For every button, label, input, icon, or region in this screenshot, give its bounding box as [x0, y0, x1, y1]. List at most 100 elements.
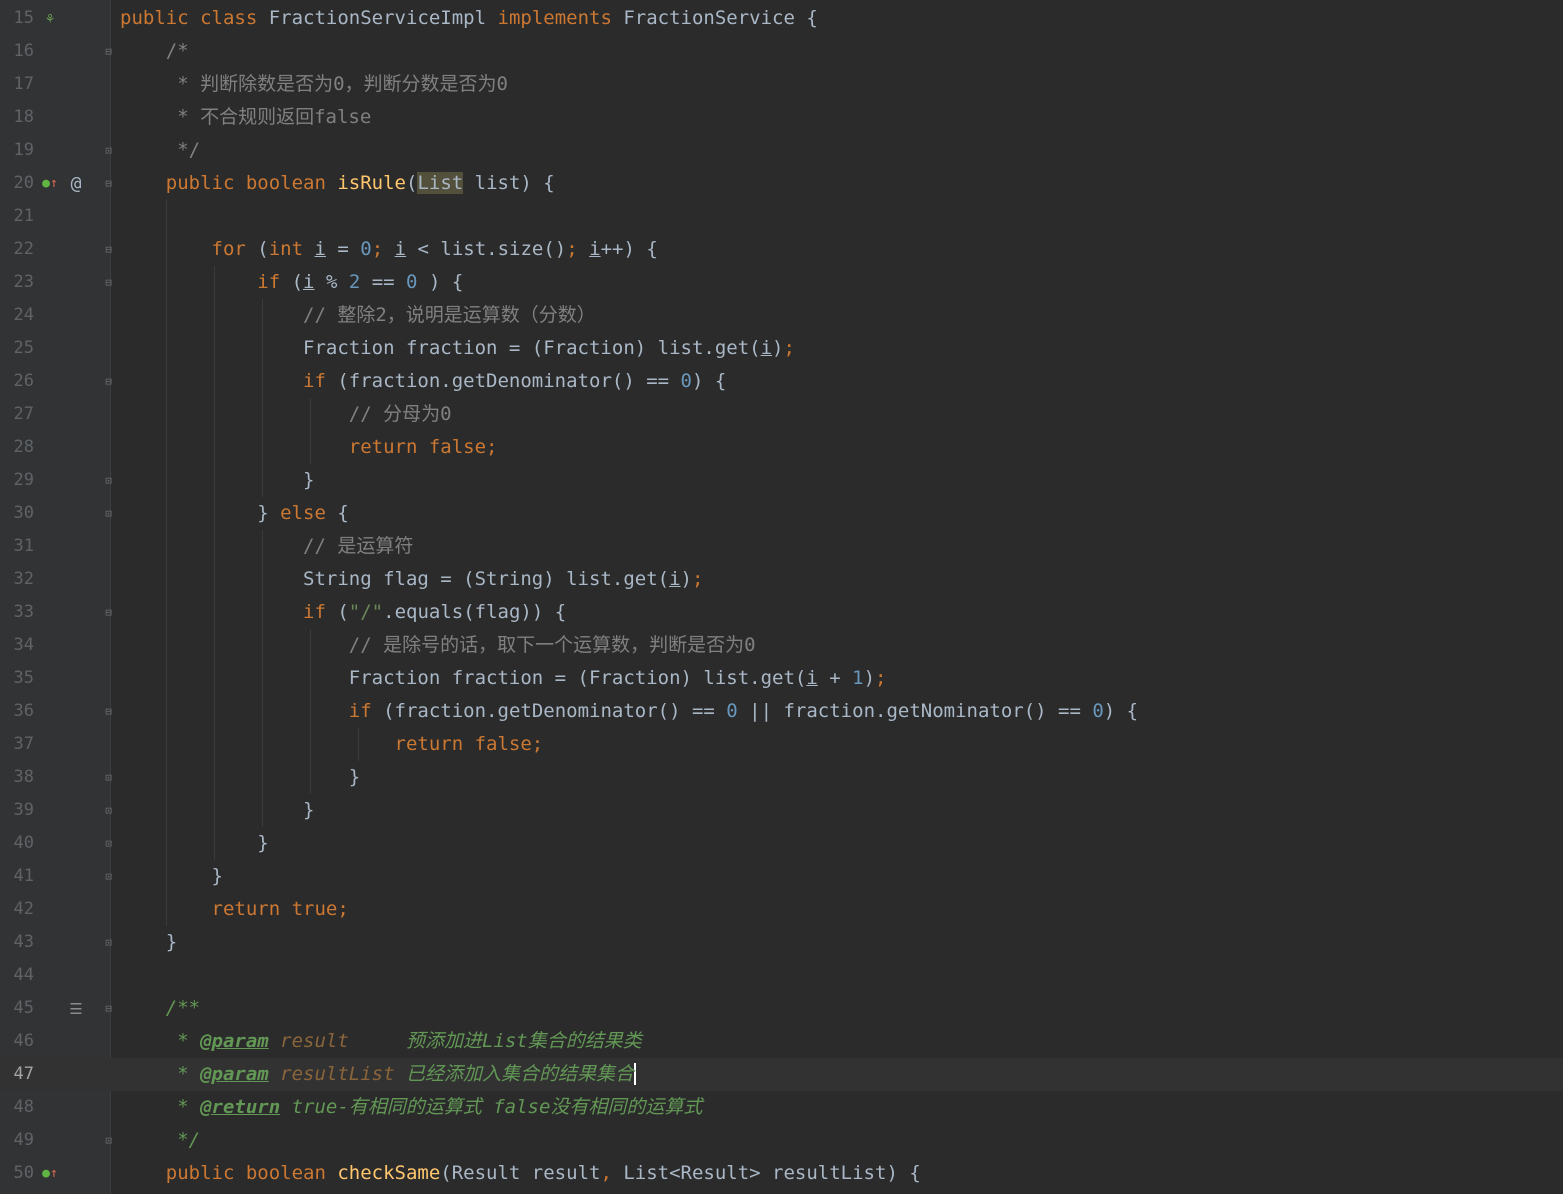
code-text[interactable]: // 是运算符	[120, 530, 413, 563]
line-number[interactable]: 46	[0, 1025, 34, 1058]
code-text[interactable]: }	[120, 464, 314, 497]
line-number[interactable]: 40	[0, 827, 34, 860]
line-number[interactable]: 22	[0, 233, 34, 266]
code-text[interactable]: // 整除2，说明是运算数（分数）	[120, 299, 596, 332]
line-number[interactable]: 36	[0, 695, 34, 728]
code-text[interactable]: }	[120, 794, 314, 827]
line-number[interactable]: 41	[0, 860, 34, 893]
code-text[interactable]: Fraction fraction = (Fraction) list.get(…	[120, 332, 795, 365]
code-text[interactable]: return true;	[120, 893, 349, 926]
line-number[interactable]: 42	[0, 893, 34, 926]
code-line[interactable]: 28 return false;	[0, 431, 1563, 464]
fold-end-icon[interactable]: ⊡	[102, 506, 115, 521]
code-text[interactable]: // 分母为0	[120, 398, 452, 431]
line-number[interactable]: 19	[0, 134, 34, 167]
line-number[interactable]: 20	[0, 167, 34, 200]
code-line[interactable]: 33 ⊟ if ("/".equals(flag)) {	[0, 596, 1563, 629]
line-number[interactable]: 30	[0, 497, 34, 530]
line-number[interactable]: 21	[0, 200, 34, 233]
line-number[interactable]: 25	[0, 332, 34, 365]
implements-method-icon[interactable]: ●↑	[40, 1164, 60, 1184]
line-number[interactable]: 35	[0, 662, 34, 695]
fold-collapse-icon[interactable]: ⊟	[102, 704, 115, 719]
code-line[interactable]: 22 ⊟ for (int i = 0; i < list.size(); i++…	[0, 233, 1563, 266]
fold-end-icon[interactable]: ⊡	[102, 935, 115, 950]
code-line[interactable]: 50 ●↑ public boolean checkSame(Result res…	[0, 1157, 1563, 1190]
fold-collapse-icon[interactable]: ⊟	[102, 275, 115, 290]
fold-end-icon[interactable]: ⊡	[102, 143, 115, 158]
line-number[interactable]: 45	[0, 992, 34, 1025]
annotation-at-icon[interactable]: @	[66, 174, 86, 194]
code-text[interactable]: } else {	[120, 497, 349, 530]
code-line[interactable]: 25 Fraction fraction = (Fraction) list.g…	[0, 332, 1563, 365]
code-editor[interactable]: 15 ⚘ public class FractionServiceImpl impl…	[0, 0, 1563, 1194]
code-line[interactable]: 46 * @param result 预添加进List集合的结果类	[0, 1025, 1563, 1058]
line-number[interactable]: 27	[0, 398, 34, 431]
line-number[interactable]: 49	[0, 1124, 34, 1157]
code-text[interactable]: if (fraction.getDenominator() == 0 || fr…	[120, 695, 1138, 728]
fold-end-icon[interactable]: ⊡	[102, 803, 115, 818]
code-text[interactable]: */	[120, 1124, 200, 1157]
code-line[interactable]: 18 * 不合规则返回false	[0, 101, 1563, 134]
line-number[interactable]: 34	[0, 629, 34, 662]
code-text[interactable]: * @param result 预添加进List集合的结果类	[120, 1025, 642, 1058]
line-number[interactable]: 29	[0, 464, 34, 497]
line-number[interactable]: 24	[0, 299, 34, 332]
line-number[interactable]: 31	[0, 530, 34, 563]
code-line[interactable]: 43 ⊡ }	[0, 926, 1563, 959]
line-number[interactable]: 43	[0, 926, 34, 959]
code-line[interactable]: 41 ⊡ }	[0, 860, 1563, 893]
code-line[interactable]: 21	[0, 200, 1563, 233]
code-line[interactable]: 27 // 分母为0	[0, 398, 1563, 431]
fold-collapse-icon[interactable]: ⊟	[102, 374, 115, 389]
line-number[interactable]: 32	[0, 563, 34, 596]
implements-method-icon[interactable]: ●↑	[40, 174, 60, 194]
code-line[interactable]: 44	[0, 959, 1563, 992]
line-number[interactable]: 44	[0, 959, 34, 992]
fold-end-icon[interactable]: ⊡	[102, 770, 115, 785]
code-line[interactable]: 37 return false;	[0, 728, 1563, 761]
fold-collapse-icon[interactable]: ⊟	[102, 605, 115, 620]
code-line[interactable]: 36 ⊟ if (fraction.getDenominator() == 0 |…	[0, 695, 1563, 728]
fold-end-icon[interactable]: ⊡	[102, 1133, 115, 1148]
code-line[interactable]: 35 Fraction fraction = (Fraction) list.g…	[0, 662, 1563, 695]
code-text[interactable]: */	[120, 134, 200, 167]
code-text[interactable]: }	[120, 926, 177, 959]
code-line[interactable]: 26 ⊟ if (fraction.getDenominator() == 0) …	[0, 365, 1563, 398]
code-text[interactable]: /*	[120, 35, 189, 68]
code-line[interactable]: 39 ⊡ }	[0, 794, 1563, 827]
code-text[interactable]: String flag = (String) list.get(i);	[120, 563, 703, 596]
spring-bean-icon[interactable]: ⚘	[40, 9, 60, 29]
code-line[interactable]: 20 ●↑ @ ⊟ public boolean isRule(List list) …	[0, 167, 1563, 200]
code-text[interactable]: return false;	[120, 728, 544, 761]
code-text[interactable]: public boolean checkSame(Result result, …	[120, 1157, 921, 1190]
fold-end-icon[interactable]: ⊡	[102, 836, 115, 851]
code-text[interactable]: }	[120, 761, 360, 794]
code-text[interactable]: /**	[120, 992, 200, 1025]
rendered-doc-toggle-icon[interactable]: ☰	[66, 999, 86, 1019]
code-text[interactable]: if (i % 2 == 0 ) {	[120, 266, 463, 299]
code-text[interactable]: if ("/".equals(flag)) {	[120, 596, 566, 629]
code-line[interactable]: 17 * 判断除数是否为0，判断分数是否为0	[0, 68, 1563, 101]
line-number[interactable]: 26	[0, 365, 34, 398]
fold-end-icon[interactable]: ⊡	[102, 473, 115, 488]
code-line[interactable]: 49 ⊡ */	[0, 1124, 1563, 1157]
fold-collapse-icon[interactable]: ⊟	[102, 44, 115, 59]
code-line[interactable]: 48 * @return true-有相同的运算式 false没有相同的运算式	[0, 1091, 1563, 1124]
line-number[interactable]: 15	[0, 2, 34, 35]
code-line[interactable]: 32 String flag = (String) list.get(i);	[0, 563, 1563, 596]
code-line[interactable]: 31 // 是运算符	[0, 530, 1563, 563]
code-text[interactable]: * 判断除数是否为0，判断分数是否为0	[120, 68, 508, 101]
line-number[interactable]: 16	[0, 35, 34, 68]
line-number[interactable]: 47	[0, 1058, 34, 1091]
code-line[interactable]: 42 return true;	[0, 893, 1563, 926]
code-line[interactable]: 16 ⊟ /*	[0, 35, 1563, 68]
code-text[interactable]: return false;	[120, 431, 498, 464]
code-text[interactable]: * @param resultList 已经添加入集合的结果集合	[120, 1058, 637, 1091]
fold-end-icon[interactable]: ⊡	[102, 869, 115, 884]
code-line[interactable]: 40 ⊡ }	[0, 827, 1563, 860]
code-line[interactable]: 45 ☰ ⊟ /**	[0, 992, 1563, 1025]
code-line[interactable]: 47 * @param resultList 已经添加入集合的结果集合	[0, 1058, 1563, 1091]
fold-collapse-icon[interactable]: ⊟	[102, 1001, 115, 1016]
code-text[interactable]: for (int i = 0; i < list.size(); i++) {	[120, 233, 658, 266]
